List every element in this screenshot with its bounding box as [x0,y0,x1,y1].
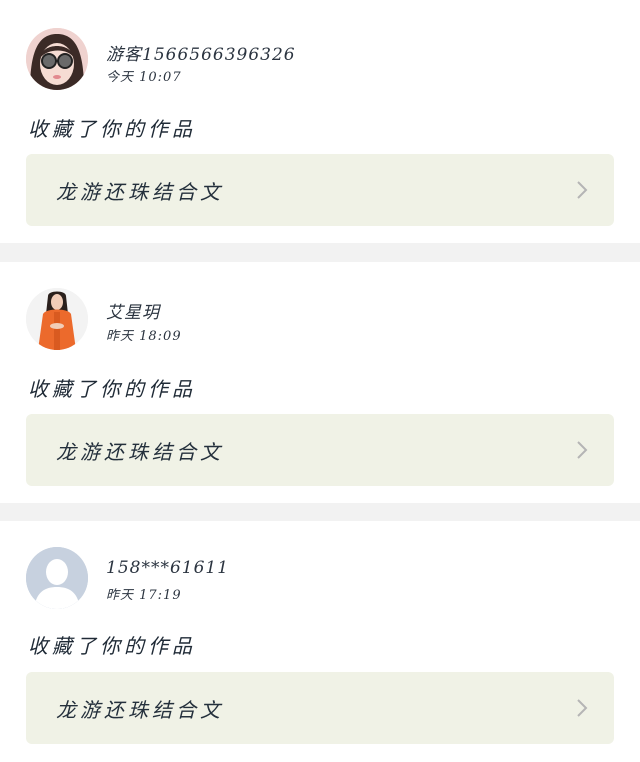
user-avatar[interactable] [26,28,88,90]
user-avatar[interactable] [26,288,88,350]
notification-feed: 游客1566566396326 今天 10:07 收藏了你的作品 龙游还珠结合文… [0,0,640,762]
work-title: 龙游还珠结合文 [56,698,224,722]
work-link[interactable]: 龙游还珠结合文 [26,672,614,744]
action-text: 收藏了你的作品 [28,634,196,658]
work-title: 龙游还珠结合文 [56,440,224,464]
timestamp: 今天 10:07 [106,70,182,85]
work-title: 龙游还珠结合文 [56,180,224,204]
action-text: 收藏了你的作品 [28,117,196,141]
girl-orange-jacket-avatar-icon [26,288,88,350]
work-link[interactable]: 龙游还珠结合文 [26,414,614,486]
timestamp: 昨天 17:19 [106,588,182,603]
user-avatar[interactable] [26,547,88,609]
user-name[interactable]: 游客1566566396326 [106,40,296,65]
chevron-right-icon [577,699,588,717]
user-name[interactable]: 艾星玥 [106,298,160,323]
girl-with-glasses-avatar-icon [26,28,88,90]
chevron-right-icon [577,181,588,199]
notification-card: 游客1566566396326 今天 10:07 收藏了你的作品 龙游还珠结合文 [0,0,640,243]
timestamp: 昨天 18:09 [106,329,182,344]
notification-card: 艾星玥 昨天 18:09 收藏了你的作品 龙游还珠结合文 [0,262,640,503]
default-person-avatar-icon [26,547,88,609]
chevron-right-icon [577,441,588,459]
user-name[interactable]: 158***61611 [106,558,229,578]
notification-card: 158***61611 昨天 17:19 收藏了你的作品 龙游还珠结合文 [0,521,640,762]
work-link[interactable]: 龙游还珠结合文 [26,154,614,226]
action-text: 收藏了你的作品 [28,377,196,401]
